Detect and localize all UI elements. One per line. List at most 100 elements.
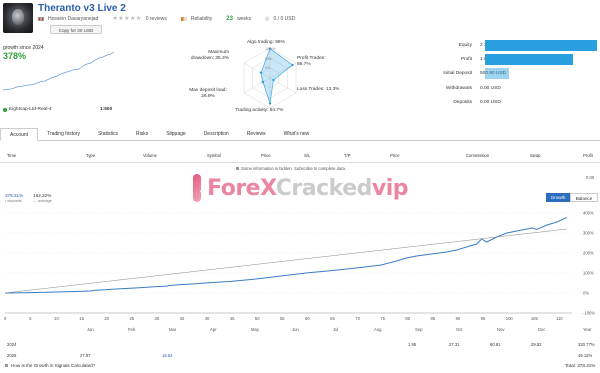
y-tick-label: 0%	[583, 291, 589, 296]
account-server[interactable]: Eightcap-Ltd-Real-4	[3, 107, 52, 112]
total-growth: Total: 378.31%	[565, 363, 596, 368]
watermark-logo-icon	[193, 174, 202, 202]
tab-account[interactable]: Account	[0, 128, 39, 141]
radar-label-profit-trades: Profit Trades: 86.7%	[297, 56, 326, 67]
column-header[interactable]: Volume	[143, 153, 157, 158]
metric-label: Profit	[460, 57, 472, 62]
metric-value: 0.00 USD	[480, 100, 501, 105]
trend-line	[4, 228, 568, 294]
month-label: Oct	[456, 327, 463, 332]
column-header[interactable]: Price	[390, 153, 400, 158]
radar-label-loss-trades: Loss Trades: 13.3%	[297, 87, 340, 92]
watermark: ForeXCrackedvip	[193, 170, 409, 206]
month-cell: 90.81	[490, 342, 501, 347]
server-name: Eightcap-Ltd-Real-4	[9, 107, 52, 112]
metric-label: Withdrawals	[445, 86, 472, 91]
tab-what-s-new[interactable]: What's new	[275, 128, 319, 140]
month-label: Feb	[128, 327, 136, 332]
column-header[interactable]: Time	[7, 153, 16, 158]
month-label: Nov	[497, 327, 505, 332]
y-tick-label: 400%	[583, 211, 594, 216]
y-tick-label: -100%	[583, 311, 595, 316]
watermark-text: ForeXCrackedvip	[207, 175, 408, 201]
x-tick-label: 80	[405, 316, 410, 321]
mini-growth-chart	[3, 51, 115, 91]
x-tick-label: 65	[330, 316, 335, 321]
tab-description[interactable]: Description	[195, 128, 238, 140]
x-tick-label: 55	[280, 316, 285, 321]
x-tick-label: 30	[155, 316, 160, 321]
month-label: Apr	[210, 327, 217, 332]
x-tick-label: 5	[29, 316, 32, 321]
tab-trading-history[interactable]: Trading history	[38, 128, 89, 140]
x-tick-label: 15	[79, 316, 84, 321]
month-cell: 27.31	[449, 342, 460, 347]
month-cell: 16.62	[162, 353, 173, 358]
month-label: Jun	[292, 327, 299, 332]
x-tick-label: 105	[531, 316, 539, 321]
author-name[interactable]: Hossein Davaryanejad	[48, 16, 98, 22]
month-label: Jan	[87, 327, 94, 332]
radar-chart: Algo trading: 98% 100+% 50% 0% Profit Tr…	[185, 38, 355, 118]
month-label: May	[251, 327, 260, 332]
flag-icon	[38, 16, 44, 21]
tab-reviews[interactable]: Reviews	[238, 128, 275, 140]
x-tick-label: 20	[104, 316, 109, 321]
metric-value: 0.00 USD	[480, 86, 501, 91]
metric-label: Initial Deposit	[443, 71, 472, 76]
avatar[interactable]	[3, 3, 33, 33]
column-header[interactable]: T/P	[344, 153, 351, 158]
rating-stars-icon: ★★★★★	[112, 16, 142, 22]
tab-slippage[interactable]: Slippage	[157, 128, 194, 140]
question-icon	[5, 364, 8, 367]
x-tick-label: 0	[4, 316, 7, 321]
month-label: Dec	[538, 327, 545, 332]
x-tick-label: 50	[255, 316, 260, 321]
year-total: 49.12%	[578, 353, 593, 358]
column-header[interactable]: Type	[86, 153, 95, 158]
growth-toggle-button[interactable]: Growth	[546, 193, 570, 202]
y-tick-label: 200%	[583, 251, 594, 256]
signal-title[interactable]: Theranto v3 Live 2	[38, 3, 126, 14]
y-tick-label: 300%	[583, 231, 594, 236]
subscribers-icon: ◎	[265, 15, 270, 22]
column-header[interactable]: Price	[261, 153, 271, 158]
x-tick-label: 45	[230, 316, 235, 321]
x-tick-label: 60	[305, 316, 310, 321]
year-label: 2025	[7, 353, 17, 358]
metric-label: Deposits	[453, 100, 472, 105]
tab-risks[interactable]: Risks	[127, 128, 157, 140]
legend-sub-2: — average	[33, 198, 52, 203]
tab-statistics[interactable]: Statistics	[89, 128, 127, 140]
y-tick-label: 100%	[583, 271, 594, 276]
balance-toggle-button[interactable]: Balance	[570, 193, 598, 202]
copy-signal-button[interactable]: Copy for 30 USD	[50, 25, 102, 34]
year-total: 320.77%	[578, 342, 595, 347]
column-header[interactable]: S/L	[304, 153, 310, 158]
x-tick-label: 90	[456, 316, 461, 321]
server-status-icon	[3, 107, 7, 112]
profit-total: 0.00	[586, 175, 595, 180]
x-tick-label: 110	[556, 316, 563, 321]
month-label: Aug	[374, 327, 382, 332]
tab-bar: Account Trading history Statistics Risks Sli…	[0, 128, 600, 141]
month-label: Year	[583, 327, 592, 332]
radar-ring-0: 0%	[265, 66, 270, 70]
metric-bar	[485, 54, 574, 65]
reliability-icon	[180, 16, 187, 21]
column-header[interactable]: Profit	[583, 153, 593, 158]
month-cell: 27.97	[80, 353, 91, 358]
month-label: Sep	[415, 327, 423, 332]
growth-calc-link[interactable]: How is the Growth in Signals Calculated?	[5, 363, 95, 368]
trades-table-header: Time Type Volume Symbol Price S/L T/P Price Comm…	[0, 149, 600, 163]
x-tick-label: 95	[481, 316, 486, 321]
column-header[interactable]: Symbol	[207, 153, 221, 158]
x-tick-label: 100	[506, 316, 514, 321]
legend-sub-1: • deposits	[5, 198, 22, 203]
column-header[interactable]: Swap	[530, 153, 540, 158]
metric-bar	[485, 40, 597, 51]
radar-label-max-deposit-load: Max deposit load: 26.9%	[189, 88, 227, 99]
column-header[interactable]: Commission	[466, 153, 489, 158]
signal-meta: Hossein Davaryanejad ★★★★★ 0 reviews Rel…	[38, 15, 295, 22]
reviews-count[interactable]: 0 reviews	[146, 16, 167, 22]
